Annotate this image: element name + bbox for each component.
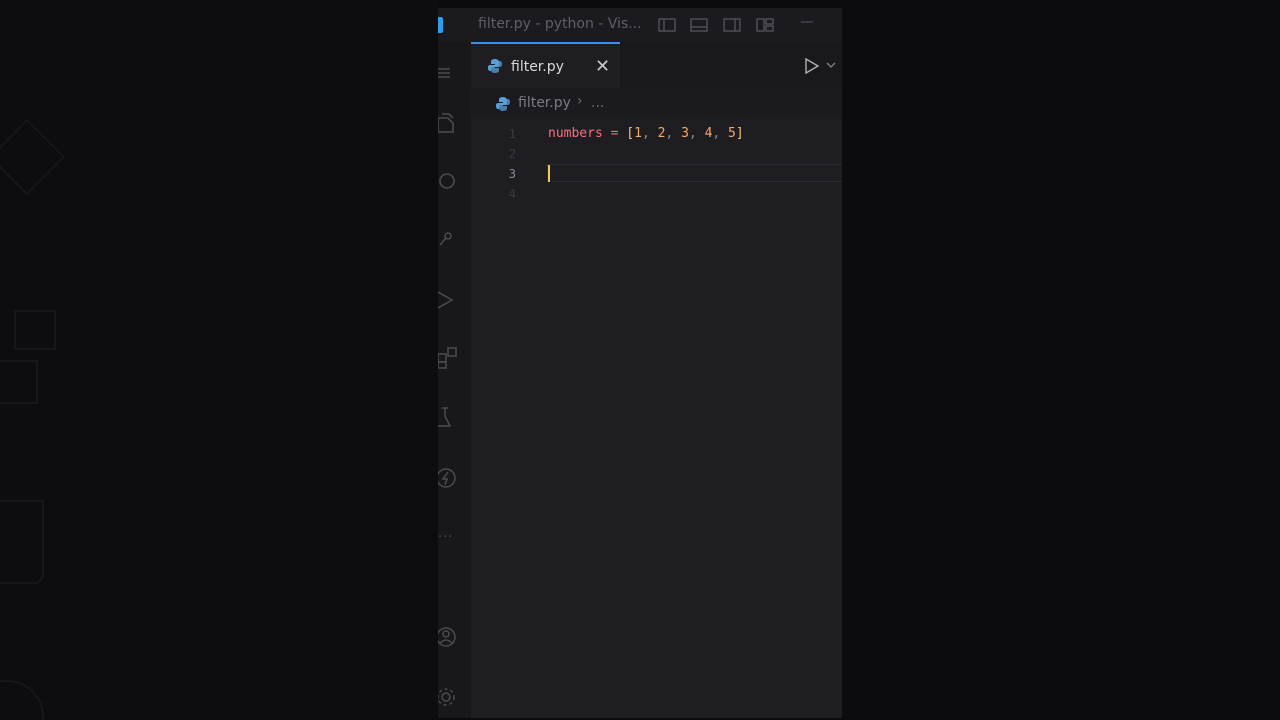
window-title: filter.py - python - Vis... xyxy=(478,16,642,32)
code-content: numbers = [1, 2, 3, 4, 5] xyxy=(548,126,744,141)
token-variable: numbers xyxy=(548,126,603,141)
editor-tabs: filter.py ✕ xyxy=(471,42,842,88)
source-control-icon[interactable] xyxy=(438,228,462,252)
ghost-shape xyxy=(0,500,44,584)
token-bracket: ] xyxy=(735,126,744,141)
token-comma: , xyxy=(665,126,674,141)
minimize-button[interactable]: — xyxy=(800,14,814,30)
token-comma: , xyxy=(688,126,697,141)
settings-icon[interactable] xyxy=(438,685,462,709)
line-number: 4 xyxy=(508,187,516,201)
run-python-file-icon[interactable] xyxy=(805,58,819,74)
extensions-icon[interactable] xyxy=(438,346,462,370)
code-line[interactable]: 4 xyxy=(471,184,842,204)
line-number: 2 xyxy=(508,147,516,161)
customize-layout-icon[interactable] xyxy=(756,18,774,32)
token-operator: = xyxy=(610,126,619,141)
ghost-shape xyxy=(0,360,38,404)
ghost-shape xyxy=(14,310,56,350)
run-debug-icon[interactable] xyxy=(438,288,462,312)
video-letterbox-right xyxy=(842,0,1280,720)
code-line[interactable]: 1 numbers = [1, 2, 3, 4, 5] xyxy=(471,124,842,144)
token-bracket: [ xyxy=(626,126,635,141)
vscode-window: filter.py - python - Vis... — ··· filter… xyxy=(438,8,842,718)
code-line[interactable]: 2 xyxy=(471,144,842,164)
chevron-down-icon[interactable] xyxy=(826,60,836,70)
activity-bar: ··· xyxy=(438,42,471,718)
line-number: 3 xyxy=(508,167,516,181)
video-letterbox-left xyxy=(0,0,438,720)
toggle-secondary-sidebar-icon[interactable] xyxy=(723,18,741,32)
toggle-primary-sidebar-icon[interactable] xyxy=(658,18,676,32)
vscode-logo-icon xyxy=(438,17,443,33)
search-icon[interactable] xyxy=(438,170,462,194)
current-line-highlight xyxy=(547,164,842,182)
ghost-shape xyxy=(0,680,44,720)
breadcrumb-separator-icon: › xyxy=(577,93,583,109)
account-icon[interactable] xyxy=(438,625,462,649)
toggle-panel-icon[interactable] xyxy=(690,18,708,32)
token-comma: , xyxy=(641,126,650,141)
tab-filter-py[interactable]: filter.py ✕ xyxy=(471,42,620,88)
ghost-shape xyxy=(0,118,66,196)
breadcrumb-file[interactable]: filter.py xyxy=(518,95,571,111)
line-number: 1 xyxy=(508,127,516,141)
python-file-icon xyxy=(488,59,502,73)
tab-label: filter.py xyxy=(511,59,564,75)
token-number: 5 xyxy=(728,126,736,141)
python-file-icon xyxy=(496,97,510,111)
more-icon[interactable]: ··· xyxy=(438,530,453,545)
text-cursor xyxy=(548,165,550,182)
remote-icon[interactable] xyxy=(438,466,462,490)
code-line-active[interactable]: 3 xyxy=(471,164,842,184)
token-number: 3 xyxy=(681,126,689,141)
testing-icon[interactable] xyxy=(438,406,462,430)
close-tab-icon[interactable]: ✕ xyxy=(595,56,610,77)
breadcrumb: filter.py › ... xyxy=(471,93,842,114)
breadcrumb-more[interactable]: ... xyxy=(591,95,604,111)
menu-icon[interactable] xyxy=(438,62,462,86)
title-bar: filter.py - python - Vis... — xyxy=(438,8,842,42)
code-editor[interactable]: 1 numbers = [1, 2, 3, 4, 5] 2 3 4 xyxy=(471,116,842,718)
token-number: 1 xyxy=(634,126,642,141)
token-comma: , xyxy=(712,126,721,141)
explorer-icon[interactable] xyxy=(438,112,462,136)
